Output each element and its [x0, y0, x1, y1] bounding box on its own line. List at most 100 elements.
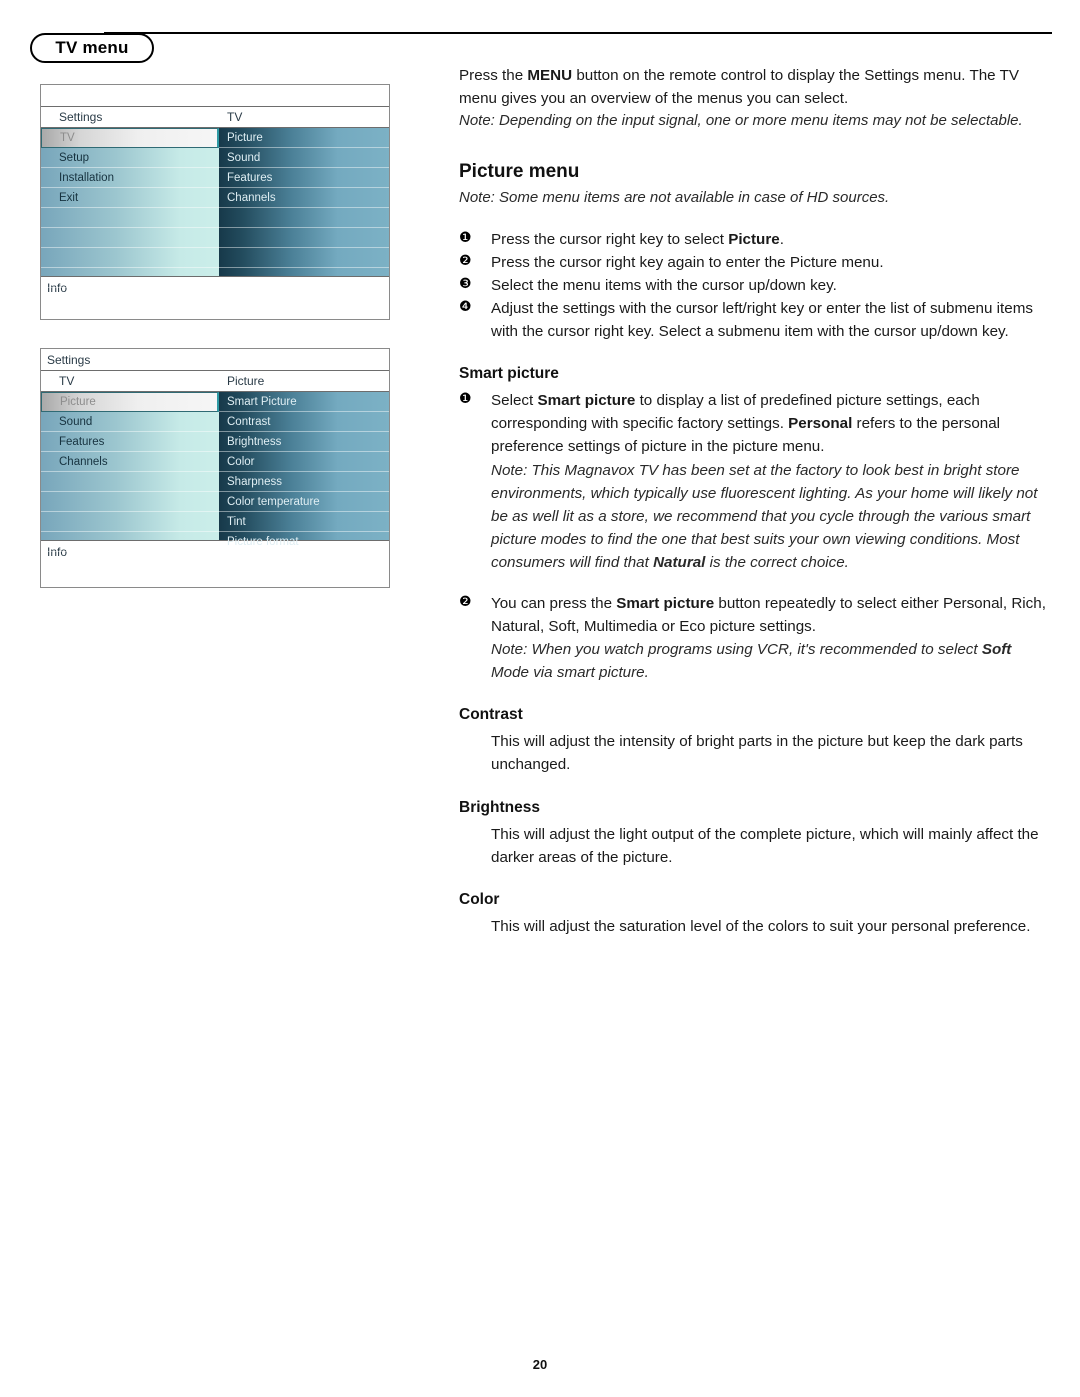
osd-right-header: TV: [227, 110, 243, 124]
smart-picture-step-2: ❷ You can press the Smart picture button…: [459, 592, 1047, 638]
step-post: .: [779, 230, 784, 248]
color-heading: Color: [459, 890, 500, 908]
brightness-heading: Brightness: [459, 798, 540, 816]
color-body: This will adjust the saturation level of…: [491, 917, 1031, 935]
page-number: 20: [532, 1357, 548, 1372]
osd-right-panel: Smart Picture Contrast Brightness Color …: [219, 392, 389, 552]
picture-menu-screen: Settings TV Picture Picture Sound Featur…: [40, 348, 390, 588]
osd-right-item-empty: [219, 228, 389, 248]
osd-right-header: Picture: [227, 374, 265, 388]
picture-menu-steps: ❶ Press the cursor right key to select P…: [459, 228, 1047, 343]
step-text: Press the cursor right key to select Pic…: [491, 228, 1047, 251]
step-number-1-icon: ❶: [459, 229, 472, 246]
osd-left-item-empty: [41, 228, 219, 248]
step-pre: Select: [491, 392, 538, 410]
soft-keyword: Soft: [981, 641, 1012, 659]
osd-left-item-tv[interactable]: TV: [41, 128, 219, 148]
osd-left-item-picture[interactable]: Picture: [41, 392, 219, 412]
osd-right-panel: Picture Sound Features Channels: [219, 128, 389, 288]
step-number-2-icon: ❷: [459, 594, 472, 610]
step-number-4-icon: ❹: [459, 299, 472, 316]
osd-right-item-picture[interactable]: Picture: [219, 128, 389, 148]
osd-left-panel: Picture Sound Features Channels: [41, 392, 219, 552]
contrast-heading: Contrast: [459, 706, 523, 724]
osd-left-item-empty: [41, 512, 219, 532]
note-post: is the correct choice.: [705, 553, 849, 571]
osd-right-item-smart-picture[interactable]: Smart Picture: [219, 392, 389, 412]
osd-left-panel: TV Setup Installation Exit: [41, 128, 219, 288]
osd-body: Picture Sound Features Channels Smart Pi…: [41, 392, 389, 552]
osd-left-header: TV: [59, 374, 75, 388]
osd-right-item-brightness[interactable]: Brightness: [219, 432, 389, 452]
step-text: You can press the Smart picture button r…: [491, 592, 1047, 638]
osd-right-item-empty: [219, 208, 389, 228]
osd-right-item-channels[interactable]: Channels: [219, 188, 389, 208]
smart-picture-keyword: Smart picture: [537, 392, 636, 410]
osd-right-item-features[interactable]: Features: [219, 168, 389, 188]
osd-left-header: Settings: [59, 110, 103, 124]
step-bold: Picture: [728, 230, 780, 248]
natural-keyword: Natural: [653, 553, 706, 571]
step-pre: Press the cursor right key to select: [491, 230, 729, 248]
smart-picture-note-2: Note: When you watch programs using VCR,…: [491, 638, 1047, 684]
intro-note: Note: Depending on the input signal, one…: [459, 112, 1023, 130]
brightness-body: This will adjust the light output of the…: [491, 825, 1039, 866]
osd-right-item-color-temperature[interactable]: Color temperature: [219, 492, 389, 512]
osd-left-item-features[interactable]: Features: [41, 432, 219, 452]
osd-right-item-sound[interactable]: Sound: [219, 148, 389, 168]
osd-left-item-empty: [41, 248, 219, 268]
step-text: Press the cursor right key again to ente…: [491, 253, 884, 271]
picture-menu-heading: Picture menu: [459, 160, 580, 182]
osd-right-item-empty: [219, 248, 389, 268]
step-text: Select Smart picture to display a list o…: [491, 389, 1047, 458]
step-item: ❷ Press the cursor right key again to en…: [459, 251, 1047, 274]
smart-picture-note-1: Note: This Magnavox TV has been set at t…: [491, 459, 1047, 574]
note-post: Mode via smart picture.: [491, 664, 649, 682]
osd-right-item-empty: [219, 268, 389, 288]
section-tab-label: TV menu: [55, 38, 129, 57]
osd-column-headers: Settings TV: [41, 107, 389, 128]
contrast-body: This will adjust the intensity of bright…: [491, 733, 1023, 774]
step-item: ❸ Select the menu items with the cursor …: [459, 274, 1047, 297]
step-item: ❶ Press the cursor right key to select P…: [459, 228, 1047, 251]
step-number-3-icon: ❸: [459, 275, 472, 292]
tv-menu-screen: Settings TV TV Setup Installation Exit P…: [40, 84, 390, 320]
main-content: Press the MENU button on the remote cont…: [459, 64, 1047, 938]
step-item: ❹ Adjust the settings with the cursor le…: [459, 297, 1047, 343]
osd-left-item-empty: [41, 268, 219, 288]
step-text: Select the menu items with the cursor up…: [491, 276, 837, 294]
osd-left-item-empty: [41, 492, 219, 512]
smart-picture-step-1: ❶ Select Smart picture to display a list…: [459, 389, 1047, 458]
intro-pre: Press the: [459, 67, 528, 84]
osd-left-item-setup[interactable]: Setup: [41, 148, 219, 168]
intro-paragraph: Press the MENU button on the remote cont…: [459, 64, 1047, 110]
picture-menu-note: Note: Some menu items are not available …: [459, 188, 890, 206]
section-tab-tv-menu: TV menu: [30, 33, 154, 63]
step-number-2-icon: ❷: [459, 252, 472, 269]
step-text: Adjust the settings with the cursor left…: [491, 300, 1033, 341]
osd-right-item-picture-format[interactable]: Picture format: [219, 532, 389, 552]
smart-picture-keyword: Smart picture: [616, 595, 715, 612]
note-pre: Note: When you watch programs using VCR,…: [491, 641, 982, 659]
menu-keyword: MENU: [527, 67, 573, 84]
osd-title-settings: Settings: [41, 349, 389, 371]
osd-left-item-empty: [41, 532, 219, 552]
osd-blank-row: [41, 85, 389, 107]
osd-left-item-empty: [41, 208, 219, 228]
osd-left-item-sound[interactable]: Sound: [41, 412, 219, 432]
osd-right-item-contrast[interactable]: Contrast: [219, 412, 389, 432]
osd-body: TV Setup Installation Exit Picture Sound…: [41, 128, 389, 288]
smart-picture-heading: Smart picture: [459, 365, 559, 383]
osd-left-item-installation[interactable]: Installation: [41, 168, 219, 188]
personal-keyword: Personal: [788, 415, 853, 433]
osd-right-item-color[interactable]: Color: [219, 452, 389, 472]
step-pre: You can press the: [491, 595, 617, 612]
osd-left-item-channels[interactable]: Channels: [41, 452, 219, 472]
osd-right-item-sharpness[interactable]: Sharpness: [219, 472, 389, 492]
osd-right-item-tint[interactable]: Tint: [219, 512, 389, 532]
header-rule: [104, 32, 1052, 34]
osd-left-item-exit[interactable]: Exit: [41, 188, 219, 208]
osd-left-item-empty: [41, 472, 219, 492]
osd-column-headers: TV Picture: [41, 371, 389, 392]
step-number-1-icon: ❶: [459, 391, 472, 408]
